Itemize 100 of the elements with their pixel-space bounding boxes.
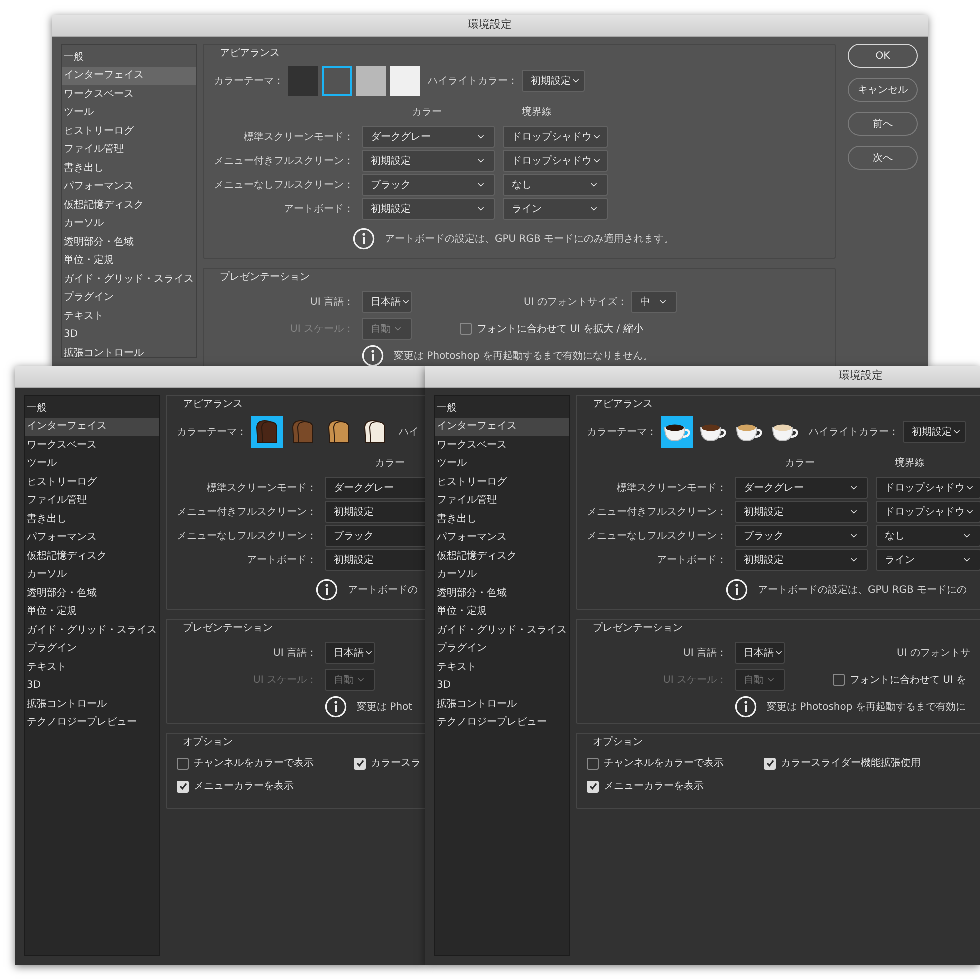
sidebar-item[interactable]: 透明部分・色域: [435, 584, 569, 602]
sidebar-item[interactable]: テクノロジープレビュー: [25, 714, 159, 732]
theme-swatch[interactable]: [288, 66, 318, 96]
theme-option[interactable]: [661, 416, 693, 448]
dialog-button[interactable]: キャンセル: [848, 78, 918, 102]
sidebar-item[interactable]: 拡張コントロール: [62, 344, 196, 362]
dropdown[interactable]: ライン: [503, 198, 608, 220]
sidebar-item[interactable]: ヒストリーログ: [62, 122, 196, 140]
sidebar-item[interactable]: ヒストリーログ: [25, 473, 159, 492]
dropdown[interactable]: ダークグレー: [362, 126, 495, 148]
dropdown[interactable]: ブラック: [325, 525, 425, 547]
dropdown[interactable]: ドロップシャドウ: [876, 501, 980, 523]
sidebar-item[interactable]: ファイル管理: [435, 492, 569, 510]
sidebar-item[interactable]: 拡張コントロール: [25, 695, 159, 714]
sidebar-item[interactable]: テキスト: [435, 658, 569, 676]
checkbox[interactable]: [833, 674, 845, 686]
checkbox[interactable]: [587, 758, 599, 770]
theme-swatch[interactable]: [322, 66, 352, 96]
dropdown[interactable]: 日本語: [362, 291, 412, 313]
dropdown[interactable]: ブラック: [362, 174, 495, 196]
column-heading: 境界線: [895, 456, 925, 470]
sidebar-item[interactable]: 単位・定規: [25, 602, 159, 621]
sidebar-item[interactable]: ツール: [62, 104, 196, 122]
sidebar-item[interactable]: 単位・定規: [62, 252, 196, 270]
dropdown[interactable]: 日本語: [735, 642, 785, 664]
dropdown[interactable]: 初期設定: [903, 421, 966, 443]
dialog-button[interactable]: 前へ: [848, 112, 918, 136]
sidebar-item[interactable]: インターフェイス: [62, 66, 196, 85]
dropdown[interactable]: ブラック: [735, 525, 868, 547]
sidebar-item[interactable]: 透明部分・色域: [25, 584, 159, 602]
dropdown[interactable]: 初期設定: [325, 549, 425, 571]
sidebar-item[interactable]: ワークスペース: [25, 436, 159, 454]
dialog-button[interactable]: OK: [848, 44, 918, 68]
sidebar-item[interactable]: ファイル管理: [62, 140, 196, 159]
dialog-button[interactable]: 次へ: [848, 146, 918, 170]
dropdown[interactable]: 初期設定: [735, 549, 868, 571]
theme-swatch[interactable]: [356, 66, 386, 96]
sidebar-item[interactable]: 仮想記憶ディスク: [62, 196, 196, 214]
sidebar-item[interactable]: 透明部分・色域: [62, 233, 196, 252]
sidebar-item[interactable]: カーソル: [62, 214, 196, 233]
sidebar-item[interactable]: 拡張コントロール: [435, 695, 569, 714]
dropdown[interactable]: 中: [631, 291, 678, 313]
dropdown[interactable]: ダークグレー: [325, 477, 425, 499]
sidebar-item[interactable]: 一般: [25, 399, 159, 418]
dropdown[interactable]: 初期設定: [522, 70, 585, 92]
dropdown[interactable]: ドロップシャドウ: [876, 477, 980, 499]
dropdown[interactable]: 初期設定: [325, 501, 425, 523]
dropdown[interactable]: 初期設定: [362, 150, 495, 172]
column-heading: 境界線: [522, 106, 552, 120]
dropdown[interactable]: 日本語: [325, 642, 375, 664]
sidebar-item[interactable]: 3D: [435, 676, 569, 695]
sidebar-item[interactable]: テキスト: [62, 307, 196, 326]
sidebar-item[interactable]: テキスト: [25, 658, 159, 676]
sidebar-item[interactable]: ツール: [435, 454, 569, 473]
sidebar-item[interactable]: 仮想記憶ディスク: [435, 547, 569, 566]
checkbox[interactable]: [177, 780, 189, 792]
sidebar-item[interactable]: 一般: [62, 48, 196, 66]
sidebar-item[interactable]: カーソル: [435, 566, 569, 584]
dropdown[interactable]: なし: [503, 174, 608, 196]
group-heading: プレゼンテーション: [593, 622, 684, 636]
checkbox[interactable]: [460, 323, 472, 335]
sidebar-item[interactable]: インターフェイス: [25, 418, 159, 436]
sidebar-item[interactable]: 3D: [62, 326, 196, 344]
dropdown[interactable]: ドロップシャドウ: [503, 126, 608, 148]
sidebar-item[interactable]: パフォーマンス: [25, 528, 159, 547]
checkbox[interactable]: [587, 780, 599, 792]
sidebar-item[interactable]: 一般: [435, 399, 569, 418]
sidebar-item[interactable]: カーソル: [25, 566, 159, 584]
checkbox[interactable]: [764, 758, 776, 770]
sidebar-item[interactable]: プラグイン: [435, 640, 569, 658]
dropdown[interactable]: ドロップシャドウ: [503, 150, 608, 172]
sidebar-item[interactable]: テクノロジープレビュー: [435, 714, 569, 732]
sidebar-item[interactable]: 書き出し: [435, 510, 569, 528]
sidebar-item[interactable]: 仮想記憶ディスク: [25, 547, 159, 566]
sidebar-item[interactable]: ガイド・グリッド・スライス: [62, 270, 196, 288]
dropdown[interactable]: 初期設定: [362, 198, 495, 220]
sidebar-item[interactable]: ワークスペース: [62, 85, 196, 104]
sidebar-item[interactable]: パフォーマンス: [435, 528, 569, 547]
sidebar-item[interactable]: 書き出し: [62, 159, 196, 178]
sidebar-item[interactable]: ツール: [25, 454, 159, 473]
sidebar-item[interactable]: 単位・定規: [435, 602, 569, 621]
sidebar-item[interactable]: 書き出し: [25, 510, 159, 528]
dropdown[interactable]: 初期設定: [735, 501, 868, 523]
dropdown[interactable]: なし: [876, 525, 980, 547]
info-text: 変更は Phot: [357, 700, 413, 714]
sidebar-item[interactable]: プラグイン: [25, 640, 159, 658]
sidebar-item[interactable]: ファイル管理: [25, 492, 159, 510]
sidebar-item[interactable]: ガイド・グリッド・スライス: [25, 621, 159, 640]
checkbox[interactable]: [177, 758, 189, 770]
sidebar-item[interactable]: インターフェイス: [435, 418, 569, 436]
sidebar-item[interactable]: ワークスペース: [435, 436, 569, 454]
sidebar-item[interactable]: ヒストリーログ: [435, 473, 569, 492]
sidebar-item[interactable]: ガイド・グリッド・スライス: [435, 621, 569, 640]
checkbox[interactable]: [354, 758, 366, 770]
dropdown[interactable]: ライン: [876, 549, 980, 571]
theme-swatch[interactable]: [390, 66, 420, 96]
sidebar-item[interactable]: 3D: [25, 676, 159, 695]
sidebar-item[interactable]: パフォーマンス: [62, 178, 196, 196]
sidebar-item[interactable]: プラグイン: [62, 288, 196, 307]
dropdown[interactable]: ダークグレー: [735, 477, 868, 499]
